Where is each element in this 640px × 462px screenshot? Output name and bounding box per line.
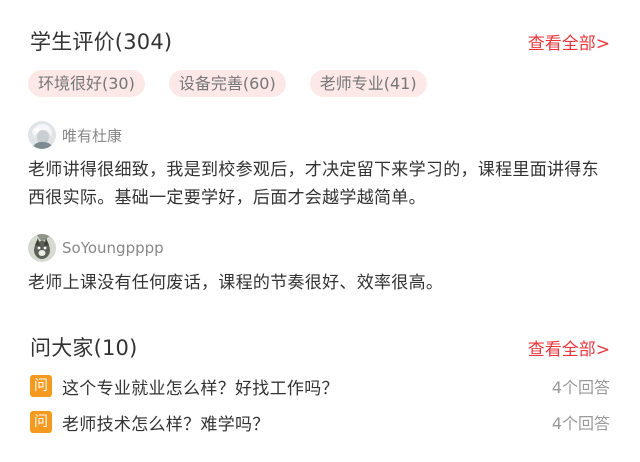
- question-item[interactable]: 问 这个专业就业怎么样？好找工作吗？ 4个回答: [30, 373, 610, 399]
- answer-count: 4个回答: [551, 414, 610, 433]
- question-badge-icon: 问: [30, 375, 52, 397]
- review-user: 唯有杜康: [28, 120, 613, 150]
- review-text: 老师讲得很细致，我是到校参观后，才决定留下来学习的，课程里面讲得东西很实际。基础…: [28, 160, 599, 208]
- reviews-see-all-link[interactable]: 查看全部>: [528, 29, 610, 54]
- question-text: 这个专业就业怎么样？好找工作吗？: [62, 378, 339, 399]
- answer-count: 4个回答: [551, 378, 610, 397]
- review-username: 唯有杜康: [62, 126, 123, 145]
- question-item[interactable]: 问 老师技术怎么样？难学吗？ 4个回答: [30, 409, 610, 435]
- tag-teacher[interactable]: 老师专业(41): [309, 70, 427, 97]
- reviews-title: 学生评价(304): [30, 30, 173, 54]
- qa-title: 问大家(10): [30, 336, 138, 360]
- review-user: SoYoungpppp: [28, 233, 613, 263]
- tag-equipment[interactable]: 设备完善(60): [168, 70, 286, 97]
- review-tags: 环境很好(30) 设备完善(60) 老师专业(41): [28, 70, 427, 97]
- avatar[interactable]: [28, 121, 56, 149]
- review-item: 唯有杜康 老师讲得很细致，我是到校参观后，才决定留下来学习的，课程里面讲得东西很…: [28, 120, 613, 212]
- question-list: 问 这个专业就业怎么样？好找工作吗？ 4个回答 问 老师技术怎么样？难学吗？ 4…: [30, 373, 610, 445]
- avatar[interactable]: [28, 234, 56, 262]
- review-username: SoYoungpppp: [62, 239, 164, 257]
- reviews-header: 学生评价(304) 查看全部>: [30, 26, 610, 56]
- review-text: 老师上课没有任何废话，课程的节奏很好、效率很高。: [28, 273, 444, 293]
- review-item: SoYoungpppp 老师上课没有任何废话，课程的节奏很好、效率很高。: [28, 233, 613, 297]
- question-badge-icon: 问: [30, 411, 52, 433]
- question-text: 老师技术怎么样？难学吗？: [62, 414, 270, 435]
- qa-header: 问大家(10) 查看全部>: [30, 332, 610, 362]
- tag-environment[interactable]: 环境很好(30): [28, 70, 145, 97]
- qa-see-all-link[interactable]: 查看全部>: [528, 335, 610, 360]
